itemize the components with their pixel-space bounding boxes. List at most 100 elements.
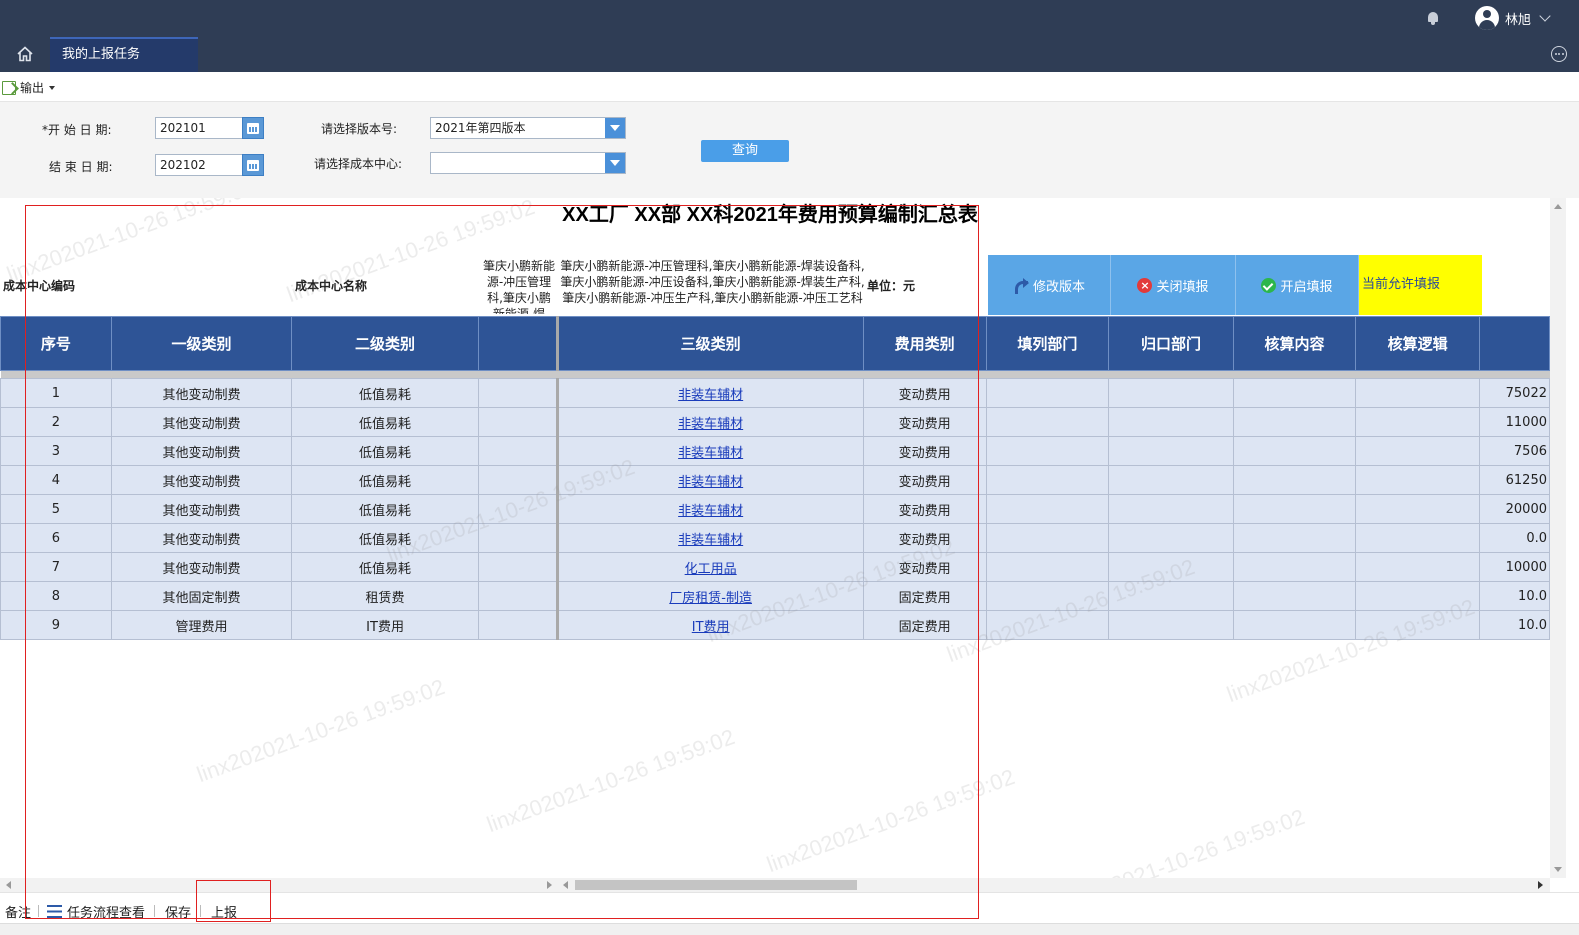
table-cell — [985, 465, 1110, 495]
table-cell: 4 — [0, 465, 112, 495]
divider — [154, 905, 155, 917]
bell-icon[interactable] — [1425, 10, 1441, 26]
table-cell: 其他固定制费 — [110, 581, 293, 611]
category-link[interactable]: 非装车辅材 — [556, 465, 864, 495]
table-cell — [1108, 465, 1234, 495]
table-cell — [985, 610, 1110, 640]
table-cell — [985, 581, 1110, 611]
vertical-scrollbar[interactable] — [1550, 198, 1566, 878]
cost-center-select[interactable] — [430, 152, 626, 174]
table-row: 7 其他变动制费 低值易耗 化工用品 变动费用 10000 — [0, 552, 1550, 582]
table-cell — [1108, 610, 1234, 640]
table-cell: 61250 — [1479, 465, 1550, 495]
end-date-input[interactable]: 202102 — [155, 154, 243, 176]
category-link[interactable]: IT费用 — [556, 610, 864, 640]
watermark: linx202021-10-26 19:59:02 — [483, 724, 738, 838]
version-select[interactable]: 2021年第四版本 — [430, 117, 626, 139]
table-cell — [1232, 465, 1357, 495]
avatar[interactable] — [1474, 6, 1499, 30]
scroll-left-icon[interactable] — [6, 881, 11, 889]
user-name[interactable]: 林旭 — [1505, 9, 1531, 28]
table-cell — [1108, 378, 1234, 408]
table-cell: 变动费用 — [862, 552, 987, 582]
column-header — [1479, 316, 1550, 371]
table-cell: 低值易耗 — [291, 436, 479, 466]
category-link[interactable]: 非装车辅材 — [556, 436, 864, 466]
table-cell — [1232, 610, 1357, 640]
flow-view-button[interactable]: 任务流程查看 — [47, 902, 145, 921]
scroll-right-icon[interactable] — [1538, 881, 1543, 889]
table-cell — [477, 494, 559, 524]
scroll-left-icon[interactable] — [563, 881, 568, 889]
edit-arrow-icon — [1013, 278, 1029, 294]
scroll-thumb[interactable] — [575, 880, 857, 890]
category-link[interactable]: 厂房租赁-制造 — [556, 581, 864, 611]
table-cell: 租赁费 — [291, 581, 479, 611]
table-cell — [1355, 494, 1480, 524]
category-link[interactable]: 非装车辅材 — [556, 378, 864, 408]
scroll-right-icon[interactable] — [547, 881, 552, 889]
more-options-icon[interactable] — [1551, 46, 1567, 62]
table-row: 8 其他固定制费 租赁费 厂房租赁-制造 固定费用 10.0 — [0, 581, 1550, 611]
home-button[interactable] — [0, 37, 50, 71]
dropdown-arrow-icon[interactable] — [605, 118, 625, 138]
remark-button[interactable]: 备注 — [5, 902, 31, 921]
table-cell — [985, 436, 1110, 466]
category-link[interactable]: 化工用品 — [556, 552, 864, 582]
cost-center-name-label: 成本中心名称 — [295, 279, 368, 293]
table-cell: 固定费用 — [862, 610, 987, 640]
dropdown-arrow-icon[interactable] — [605, 153, 625, 173]
chevron-down-icon[interactable] — [1539, 10, 1551, 22]
table-cell — [1108, 407, 1234, 437]
caret-down-icon — [49, 85, 56, 90]
allow-fill-status: 当前允许填报 — [1359, 255, 1482, 315]
tab-my-report-tasks[interactable]: 我的上报任务 — [50, 37, 198, 72]
table-cell: 20000 — [1479, 494, 1550, 524]
save-button[interactable]: 保存 — [165, 902, 191, 921]
table-cell — [477, 436, 559, 466]
calendar-icon[interactable] — [242, 117, 264, 139]
list-icon — [47, 905, 62, 918]
bottom-strip — [0, 923, 1579, 935]
category-link[interactable]: 非装车辅材 — [556, 407, 864, 437]
watermark: linx202021-10-26 19:59:02 — [1053, 804, 1308, 878]
table-row: 1 其他变动制费 低值易耗 非装车辅材 变动费用 75022 — [0, 378, 1550, 408]
scroll-down-icon[interactable] — [1554, 867, 1562, 872]
edit-version-button[interactable]: 修改版本 — [988, 255, 1111, 315]
query-button[interactable]: 查询 — [701, 140, 789, 162]
export-button[interactable]: 输出 — [2, 79, 56, 96]
user-area: 林旭 — [1425, 6, 1551, 30]
calendar-icon[interactable] — [242, 154, 264, 176]
table-cell: 10.0 — [1479, 610, 1550, 640]
table-cell: 0.0 — [1479, 523, 1550, 553]
category-link[interactable]: 非装车辅材 — [556, 523, 864, 553]
category-link[interactable]: 非装车辅材 — [556, 494, 864, 524]
open-fill-label: 开启填报 — [1280, 279, 1333, 295]
close-fill-button[interactable]: × 关闭填报 — [1111, 255, 1236, 315]
table-cell: 其他变动制费 — [110, 407, 293, 437]
table-cell — [1108, 581, 1234, 611]
table-cell: 变动费用 — [862, 523, 987, 553]
table-cell — [985, 378, 1110, 408]
scroll-up-icon[interactable] — [1554, 204, 1562, 209]
table-cell: 变动费用 — [862, 494, 987, 524]
horizontal-scrollbar[interactable] — [0, 878, 1550, 892]
table-cell — [477, 407, 559, 437]
open-fill-button[interactable]: 开启填报 — [1236, 255, 1359, 315]
table-cell: 变动费用 — [862, 378, 987, 408]
version-value: 2021年第四版本 — [435, 121, 526, 135]
cost-center-detail-value: 筆庆小鹏新能源-冲压管理科,筆庆小鹏新能源-焊装设备科,筆庆小鹏新能源-冲压设备… — [560, 259, 865, 305]
watermark: linx202021-10-26 19:59:02 — [763, 764, 1018, 878]
column-header: 填列部门 — [985, 316, 1110, 371]
column-header: 二级类别 — [291, 316, 479, 371]
table-cell: 3 — [0, 436, 112, 466]
table-row: 2 其他变动制费 低值易耗 非装车辅材 变动费用 11000 — [0, 407, 1550, 437]
table-cell: 变动费用 — [862, 465, 987, 495]
start-date-input[interactable]: 202101 — [155, 117, 243, 139]
submit-button[interactable]: 上报 — [211, 902, 237, 921]
edit-version-label: 修改版本 — [1032, 279, 1085, 295]
column-header: 核算逻辑 — [1355, 316, 1480, 371]
table-cell: 其他变动制费 — [110, 552, 293, 582]
table-cell — [1355, 465, 1480, 495]
toolbar: 输出 — [0, 72, 1579, 102]
